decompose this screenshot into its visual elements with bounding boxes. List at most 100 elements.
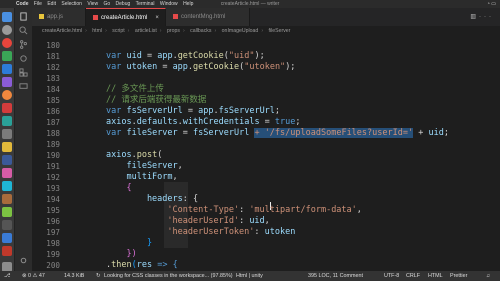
app-icon-blue[interactable]	[2, 64, 12, 74]
code-token: + '/fs/uploadSomeFiles?userId='	[254, 128, 414, 138]
breadcrumb-html[interactable]: html	[92, 28, 102, 34]
app-icon-red[interactable]	[2, 103, 12, 113]
code-token: ;	[274, 106, 281, 116]
code-token: })	[106, 249, 137, 259]
breadcrumb-props[interactable]: props	[167, 28, 180, 34]
code-line[interactable]: 193 {	[32, 183, 500, 194]
breadcrumb-script[interactable]: script	[112, 28, 124, 34]
app-icon-pink[interactable]	[2, 168, 12, 178]
remote-explorer-icon[interactable]	[19, 82, 28, 91]
breadcrumb-fileserver[interactable]: fileServer	[269, 28, 291, 34]
app-icon-dark[interactable]	[2, 220, 12, 230]
app-icon-navy[interactable]	[2, 155, 12, 165]
code-line[interactable]: 188 var fileServer = fsServerUrl + '/fs/u…	[32, 128, 500, 139]
code-line[interactable]: 185 // 请求后端获得最新数据	[32, 95, 500, 106]
app-icon-red2[interactable]	[2, 246, 12, 256]
cursor-position[interactable]: 395 LOC, 11 Comment	[308, 271, 363, 281]
launchpad-icon[interactable]	[2, 25, 12, 35]
code-line[interactable]: 195 'Content-Type': 'multipart/form-data…	[32, 205, 500, 216]
code-line[interactable]: 184 // 多文件上传	[32, 84, 500, 95]
app-icon-teal[interactable]	[2, 116, 12, 126]
settings-gear-icon[interactable]	[19, 256, 28, 265]
search-icon[interactable]	[19, 26, 28, 35]
code-token: ;	[295, 117, 301, 127]
tab-content-mng[interactable]: contentMng.html	[166, 8, 250, 26]
code-editor[interactable]: 180 181 var uid = app.getCookie("uid"); 182…	[32, 36, 500, 271]
encoding-status[interactable]: UTF-8	[384, 271, 399, 281]
breadcrumb-callbacks[interactable]: callbacks	[190, 28, 211, 34]
code-line[interactable]: 198 }	[32, 238, 500, 249]
problems-indicator[interactable]: ⊗ 0 ⚠ 47	[22, 271, 45, 281]
eol-status[interactable]: CRLF	[406, 271, 420, 281]
debug-icon[interactable]	[19, 54, 28, 63]
code-line[interactable]: 199 })	[32, 249, 500, 260]
breadcrumb-file[interactable]: createArticle.html	[42, 28, 82, 34]
editor-tab-bar: app.js createArticle.html × contentMng.ht…	[32, 8, 500, 26]
code-line[interactable]: 187 axios.defaults.withCredentials = true…	[32, 117, 500, 128]
code-token: // 请求后端获得最新数据	[106, 95, 207, 105]
notifications-icon[interactable]: ♫	[486, 271, 490, 281]
app-icon-blue2[interactable]	[2, 233, 12, 243]
code-text: }	[106, 238, 152, 249]
extensions-icon[interactable]	[19, 68, 28, 77]
code-line[interactable]: 183	[32, 73, 500, 84]
activity-bar	[15, 8, 32, 271]
code-line[interactable]: 196 'headerUserId': uid,	[32, 216, 500, 227]
code-text: var fileServer = fsServerUrl + '/fs/uplo…	[106, 128, 449, 139]
code-text: .then(res => {	[106, 260, 178, 271]
code-token: defaults	[136, 117, 178, 127]
code-line[interactable]: 197 'headerUserToken': utoken	[32, 227, 500, 238]
code-token: var	[106, 51, 127, 61]
code-line[interactable]: 190 axios.post(	[32, 150, 500, 161]
more-actions-icon[interactable]: ···	[479, 14, 494, 20]
code-token: app	[198, 106, 214, 116]
code-line[interactable]: 181 var uid = app.getCookie("uid");	[32, 51, 500, 62]
finder-icon[interactable]	[2, 12, 12, 22]
explorer-icon[interactable]	[19, 12, 28, 21]
tab-app-js[interactable]: app.js	[32, 8, 86, 26]
code-line[interactable]: 180	[32, 40, 500, 51]
branch-icon[interactable]: ⎇	[4, 271, 10, 281]
code-token: }	[106, 238, 153, 248]
wifi-icon[interactable]: ◔	[487, 1, 490, 7]
code-line[interactable]: 186 var fsServerUrl = app.fsServerUrl;	[32, 106, 500, 117]
breadcrumb-articlelist[interactable]: articleList	[135, 28, 157, 34]
dock	[0, 8, 15, 281]
code-line[interactable]: 191 fileServer,	[32, 161, 500, 172]
app-icon-orange[interactable]	[2, 90, 12, 100]
app-icon-green[interactable]	[2, 51, 12, 61]
tab-create-article[interactable]: createArticle.html ×	[86, 8, 166, 26]
app-icon-cyan[interactable]	[2, 181, 12, 191]
split-editor-icon[interactable]: ▥	[470, 14, 479, 20]
app-icon-purple[interactable]	[2, 77, 12, 87]
breadcrumb-onimageupload[interactable]: onImageUpload	[222, 28, 259, 34]
close-icon[interactable]: ×	[155, 15, 159, 21]
code-token: uid	[428, 128, 444, 138]
app-icon-yellow[interactable]	[2, 142, 12, 152]
app-icon-lime[interactable]	[2, 207, 12, 217]
code-line[interactable]: 182 var utoken = app.getCookie("utoken");	[32, 62, 500, 73]
code-line[interactable]: 194 headers: {	[32, 194, 500, 205]
code-token: {	[106, 183, 132, 193]
source-control-icon[interactable]	[19, 40, 28, 49]
code-token: fsServerUrl	[193, 128, 250, 138]
code-text: 'Content-Type': 'multipart/form-data',	[106, 205, 362, 216]
line-number: 187	[46, 118, 60, 127]
prettier-status[interactable]: Prettier	[450, 271, 467, 281]
code-token: =	[182, 106, 199, 116]
code-line[interactable]: 200 .then(res => {	[32, 260, 500, 271]
code-token: headers	[106, 194, 183, 204]
code-token: :	[239, 216, 250, 226]
app-icon-brown[interactable]	[2, 194, 12, 204]
battery-icon[interactable]: ▭	[491, 1, 496, 7]
app-icon-gray[interactable]	[2, 129, 12, 139]
line-number: 193	[46, 184, 60, 193]
line-number: 188	[46, 129, 60, 138]
line-number: 194	[46, 195, 60, 204]
language-status[interactable]: HTML	[428, 271, 443, 281]
code-line[interactable]: 192 multiForm,	[32, 172, 500, 183]
code-line[interactable]: 189	[32, 139, 500, 150]
language-mode-status[interactable]: Html | unity	[236, 271, 263, 281]
line-number: 182	[46, 63, 60, 72]
chrome-icon[interactable]	[2, 38, 12, 48]
